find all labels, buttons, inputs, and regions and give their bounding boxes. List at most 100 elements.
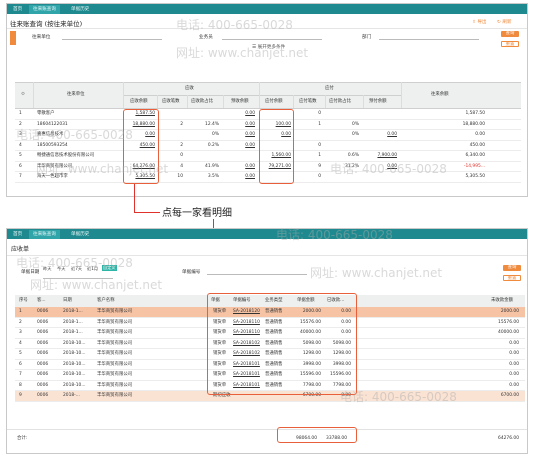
col-balance: 往来余额 xyxy=(431,92,449,97)
detail-query-button[interactable]: 查询 xyxy=(503,265,521,271)
detail-cell-code: 0006 xyxy=(37,351,49,356)
cell-bal: 450.00 xyxy=(469,142,485,148)
detail-cell-unpaid: 0.00 xyxy=(509,382,519,388)
cell-pc: 0 xyxy=(318,174,321,179)
tab-account-query[interactable]: 往来账查询 xyxy=(29,5,60,14)
detail-reset-button[interactable]: 重置 xyxy=(503,275,521,281)
tab-doc-history-2[interactable]: 单据历史 xyxy=(67,230,93,239)
detail-cell-no: 5 xyxy=(19,351,22,356)
detail-cell-no: 8 xyxy=(19,382,22,388)
tab-home[interactable]: 首页 xyxy=(9,5,26,14)
cell-rc: 0 xyxy=(180,153,183,158)
cell-pp[interactable]: 0.00 xyxy=(363,131,397,138)
cell-bal: 18,880.00 xyxy=(462,121,485,127)
cell-rr: 3.5% xyxy=(207,174,219,179)
cell-bal: 6,340.00 xyxy=(465,153,485,158)
col-p-count: 应付笔数 xyxy=(299,99,317,104)
doc-no-input[interactable] xyxy=(207,269,307,275)
detail-cell-code: 0006 xyxy=(37,319,49,325)
cell-rp[interactable]: 0.00 xyxy=(223,131,255,138)
tab-account-query-2[interactable]: 往来账查询 xyxy=(29,230,60,239)
detail-cell-unpaid: 40000.00 xyxy=(498,330,519,335)
detail-cell-code: 0006 xyxy=(37,393,49,398)
unit-filter-input[interactable] xyxy=(62,34,162,40)
cell-pc: 1 xyxy=(318,121,321,127)
detail-cell-date: 2018-10... xyxy=(63,372,86,377)
detail-cell-no: 2 xyxy=(19,319,22,325)
col-r-ratio: 应收款占比 xyxy=(191,99,213,104)
cell-rc: 2 xyxy=(180,142,183,148)
cell-no: 7 xyxy=(19,174,22,179)
detail-cell-code: 0006 xyxy=(37,309,49,314)
settings-icon[interactable]: ⚙ xyxy=(21,91,25,98)
cell-pc: 0 xyxy=(318,142,321,148)
cell-rp[interactable]: 0.00 xyxy=(223,110,255,117)
watermark-site-2: 网址: www.chanjet.net xyxy=(36,162,169,176)
cell-rr: 0.2% xyxy=(207,142,219,148)
detail-cell-unpaid: 6700.00 xyxy=(500,393,519,398)
tab-home-2[interactable]: 首页 xyxy=(9,230,26,239)
staff-filter-input[interactable] xyxy=(222,34,322,40)
detail-cell-unpaid: 0.00 xyxy=(509,361,519,367)
unit-filter-label: 往来单位 xyxy=(32,35,51,40)
export-button[interactable]: ⇪ 导出 xyxy=(472,19,487,25)
cell-rp[interactable]: 0.00 xyxy=(223,163,255,170)
col-unit: 往来单位 xyxy=(67,92,85,97)
detail-cell-code: 0006 xyxy=(37,330,49,335)
dept-filter-input[interactable] xyxy=(379,34,479,40)
watermark-phone-3: 电话: 400-665-0028 xyxy=(330,162,447,176)
cell-no: 5 xyxy=(19,153,22,158)
detail-cell-no: 9 xyxy=(19,393,22,398)
detail-cell-date: 2018-10... xyxy=(63,382,86,388)
detail-cell-name: 丰华商贸有限公司 xyxy=(97,319,133,325)
query-button[interactable]: 查询 xyxy=(501,31,519,37)
col-no: 序号 xyxy=(19,298,28,303)
watermark-site-1: 网址: www.chanjet.net xyxy=(176,46,309,60)
watermark-site-3: 网址: www.chanjet.net xyxy=(310,266,443,280)
dept-filter-label: 部门 xyxy=(362,35,372,40)
payable-balance-highlight xyxy=(259,109,294,184)
detail-cell-no: 6 xyxy=(19,361,22,367)
cell-bal: 1,587.50 xyxy=(465,111,485,116)
detail-cell-code: 0006 xyxy=(37,361,49,367)
col-receivable: 应收 xyxy=(185,86,194,91)
refresh-button[interactable]: ↻ 刷新 xyxy=(497,19,512,25)
cell-rp[interactable]: 0.00 xyxy=(223,142,255,149)
watermark-phone-1: 电话: 400-665-0028 xyxy=(176,18,293,32)
page-title: 往来账查询 (按往来单位) xyxy=(10,20,83,28)
detail-cell-name: 丰华商贸有限公司 xyxy=(97,393,133,398)
cell-pr: 0.6% xyxy=(347,153,359,158)
collapse-handle[interactable] xyxy=(10,31,16,45)
doc-no-label: 单据编号 xyxy=(182,270,201,275)
detail-cell-no: 7 xyxy=(19,372,22,377)
cell-pp[interactable]: 7,900.00 xyxy=(363,152,397,159)
detail-cell-name: 丰华商贸有限公司 xyxy=(97,340,133,346)
refresh-label: 刷新 xyxy=(502,20,512,25)
export-label: 导出 xyxy=(477,20,487,25)
detail-cell-name: 丰华商贸有限公司 xyxy=(97,330,133,335)
cell-rr: 41.9% xyxy=(205,163,219,169)
cell-rp[interactable]: 0.00 xyxy=(223,173,255,180)
detail-cell-date: 2018-1... xyxy=(63,330,83,335)
reset-button[interactable]: 重置 xyxy=(501,41,519,47)
total-label: 合计: xyxy=(17,436,28,441)
cell-rp[interactable]: 0.00 xyxy=(223,121,255,128)
watermark-phone-4: 电话: 400-665-0028 xyxy=(276,228,393,242)
cell-pr: 0% xyxy=(352,132,359,137)
cell-no: 1 xyxy=(19,111,22,116)
col-unpaid: 未收款金额 xyxy=(491,298,513,303)
watermark-site-4: 网址: www.chanjet.net xyxy=(30,278,163,292)
annotation-text: 点每一家看明细 xyxy=(160,204,234,219)
detail-page-title: 应收单 xyxy=(11,246,30,253)
detail-cell-date: 2018-10... xyxy=(63,340,86,346)
cell-pr: 0% xyxy=(352,121,359,127)
totals-highlight xyxy=(277,427,357,443)
detail-cell-date: 2018-1... xyxy=(63,319,83,325)
cell-no: 6 xyxy=(19,163,22,169)
detail-cell-unpaid: 0.00 xyxy=(509,351,519,356)
tab-doc-history[interactable]: 单据历史 xyxy=(67,5,93,14)
detail-cell-name: 丰华商贸有限公司 xyxy=(97,351,133,356)
cell-unit: 零散客户 xyxy=(37,111,55,116)
detail-cell-code: 0006 xyxy=(37,382,49,388)
total-unpaid: 64276.00 xyxy=(498,436,519,441)
